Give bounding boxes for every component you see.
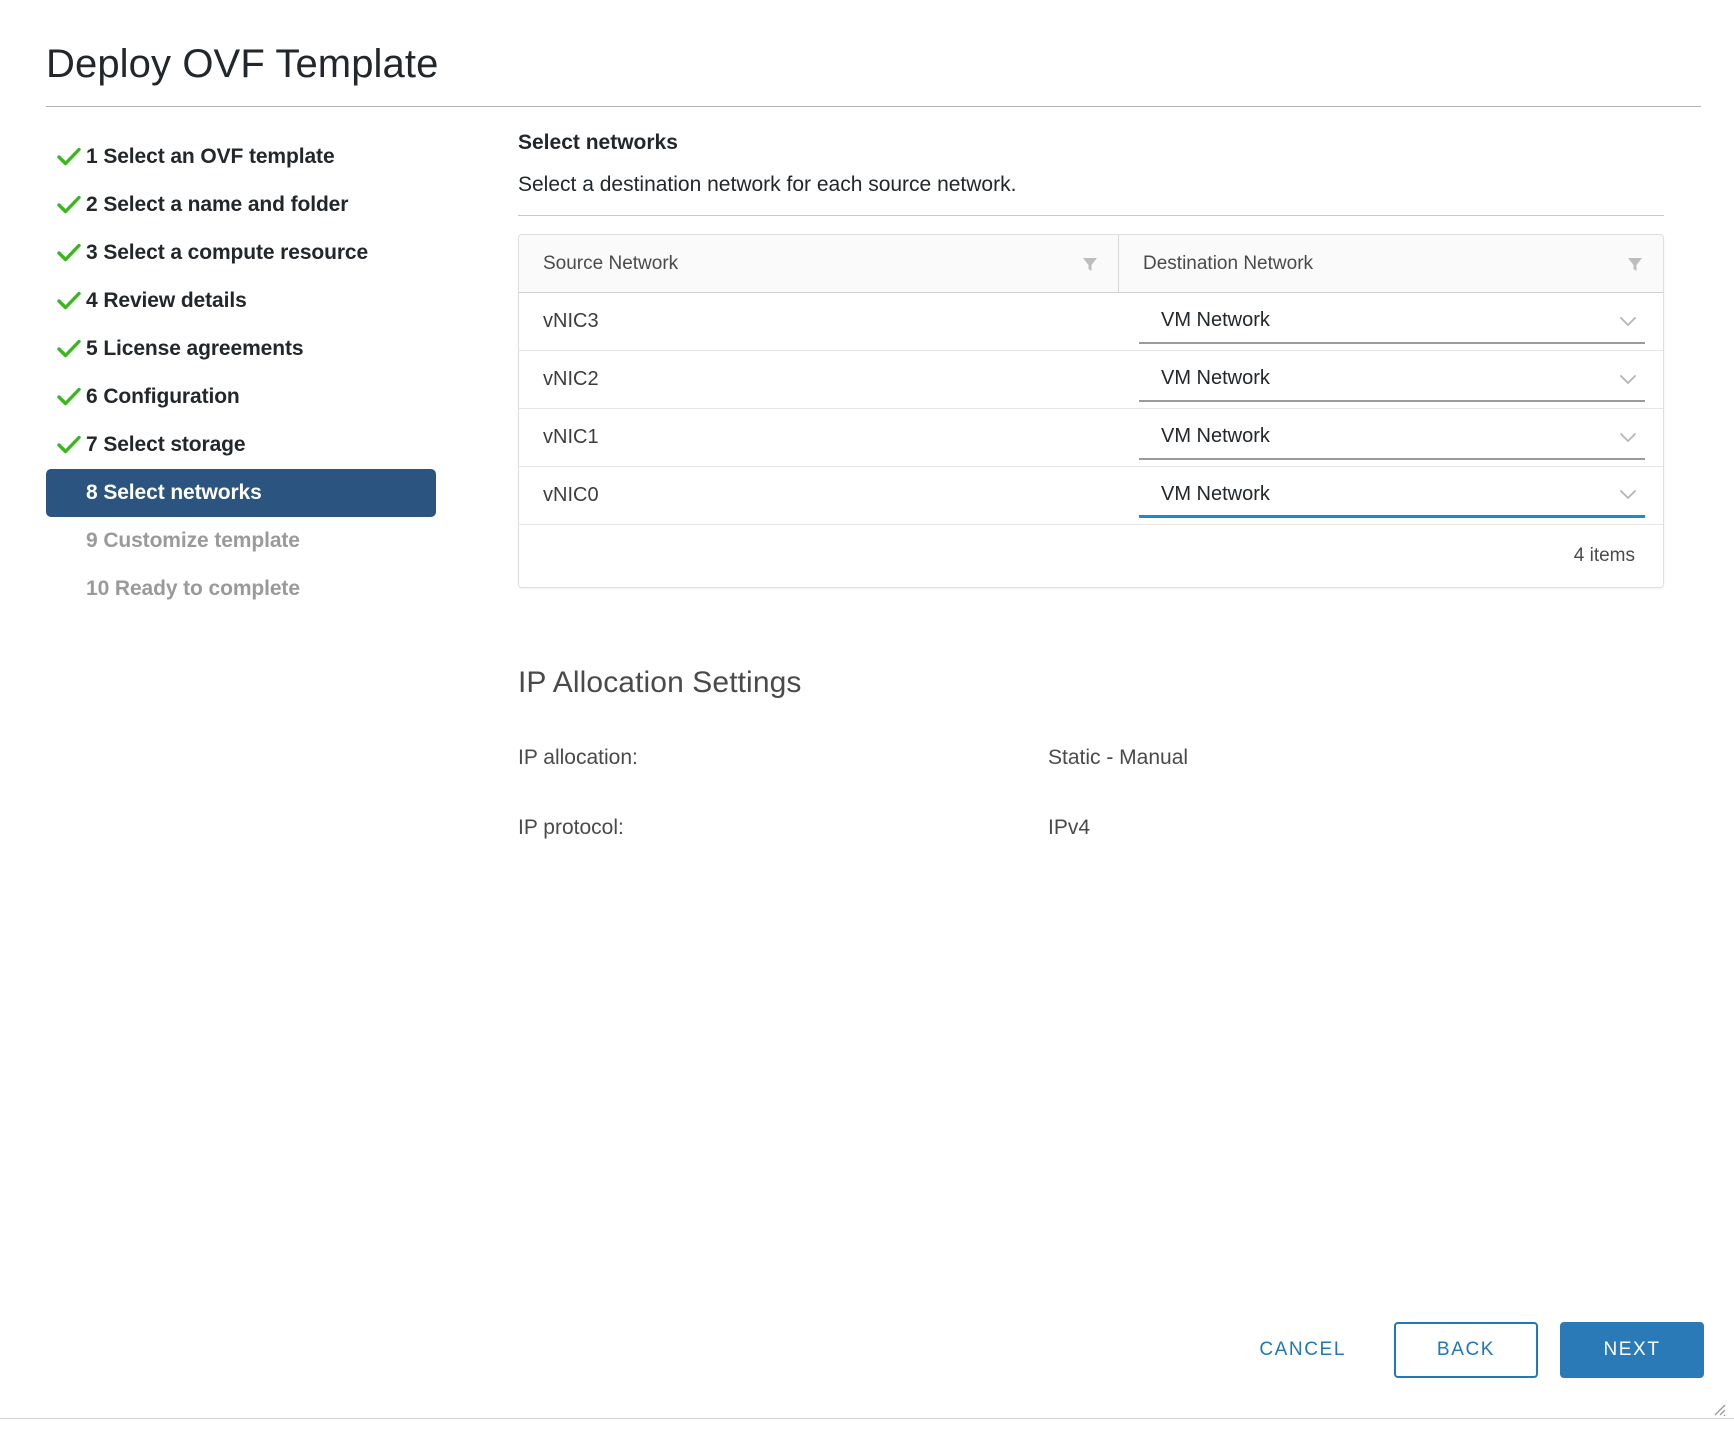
select-value: VM Network (1161, 482, 1270, 505)
wizard-footer: CANCEL BACK NEXT (1233, 1322, 1704, 1378)
destination-network-cell: VM Network (1119, 409, 1663, 466)
ip-allocation-title: IP Allocation Settings (518, 666, 802, 699)
ip-protocol-value: IPv4 (1048, 816, 1091, 839)
next-button[interactable]: NEXT (1560, 1322, 1704, 1378)
sidebar-step-label: 4 Review details (86, 289, 247, 312)
section-heading: Select networks (518, 131, 678, 154)
destination-network-cell: VM Network (1119, 351, 1663, 408)
column-header-label: Destination Network (1143, 252, 1314, 274)
resize-grip-icon[interactable] (1710, 1400, 1726, 1416)
source-network-cell: vNIC0 (543, 484, 599, 506)
source-network-cell: vNIC1 (543, 426, 599, 448)
check-icon (56, 336, 86, 362)
sidebar-step-6[interactable]: 6 Configuration (46, 373, 506, 421)
check-icon (56, 192, 86, 218)
sidebar-step-7[interactable]: 7 Select storage (46, 421, 506, 469)
window-bottom-strip (0, 1418, 1734, 1440)
select-value: VM Network (1161, 425, 1270, 447)
destination-network-select[interactable]: VM Network (1139, 300, 1645, 344)
ip-protocol-row: IP protocol: IPv4 (518, 816, 1664, 840)
page-title: Deploy OVF Template (46, 42, 439, 86)
filter-icon[interactable] (1080, 254, 1100, 274)
sidebar-step-2[interactable]: 2 Select a name and folder (46, 181, 506, 229)
item-count: 4 items (1573, 545, 1635, 566)
sidebar-step-label: 7 Select storage (86, 433, 246, 456)
section-description: Select a destination network for each so… (518, 173, 1017, 196)
sidebar-step-label: 8 Select networks (86, 481, 262, 504)
check-icon (56, 144, 86, 170)
deploy-ovf-template-wizard: Deploy OVF Template 1 Select an OVF temp… (0, 0, 1734, 1440)
check-icon (56, 384, 86, 410)
table-row[interactable]: vNIC0 VM Network (519, 467, 1663, 525)
chevron-down-icon[interactable] (1615, 481, 1641, 507)
sidebar-step-label: 1 Select an OVF template (86, 145, 335, 168)
sidebar-step-label: 2 Select a name and folder (86, 193, 349, 216)
sidebar-step-9[interactable]: 9 Customize template (46, 517, 506, 565)
source-network-cell: vNIC2 (543, 368, 599, 390)
table-footer: 4 items (519, 525, 1663, 587)
chevron-down-icon[interactable] (1615, 366, 1641, 392)
sidebar-step-4[interactable]: 4 Review details (46, 277, 506, 325)
wizard-body: 1 Select an OVF template 2 Select a name… (0, 107, 1734, 886)
filter-icon[interactable] (1625, 254, 1645, 274)
source-network-cell: vNIC3 (543, 310, 599, 332)
table-row[interactable]: vNIC2 VM Network (519, 351, 1663, 409)
destination-network-select[interactable]: VM Network (1139, 474, 1645, 518)
sidebar-step-3[interactable]: 3 Select a compute resource (46, 229, 506, 277)
sidebar-step-label: 9 Customize template (86, 529, 300, 552)
check-icon (56, 288, 86, 314)
sidebar-step-label: 3 Select a compute resource (86, 241, 369, 264)
ip-protocol-label: IP protocol: (518, 816, 624, 839)
sidebar-step-5[interactable]: 5 License agreements (46, 325, 506, 373)
select-value: VM Network (1161, 367, 1270, 389)
destination-network-select[interactable]: VM Network (1139, 416, 1645, 460)
ip-allocation-settings: IP Allocation Settings IP allocation: St… (518, 666, 1664, 840)
table-row[interactable]: vNIC3 VM Network (519, 293, 1663, 351)
sidebar-step-label: 6 Configuration (86, 385, 240, 408)
check-icon (56, 432, 86, 458)
column-header-source-network[interactable]: Source Network (519, 235, 1119, 292)
sidebar-step-1[interactable]: 1 Select an OVF template (46, 133, 506, 181)
main-content: Select networks Select a destination net… (506, 129, 1734, 886)
cancel-button[interactable]: CANCEL (1233, 1324, 1372, 1376)
select-value: VM Network (1161, 309, 1270, 331)
destination-network-cell: VM Network (1119, 293, 1663, 350)
column-header-label: Source Network (543, 252, 679, 274)
table-row[interactable]: vNIC1 VM Network (519, 409, 1663, 467)
back-button[interactable]: BACK (1394, 1322, 1538, 1378)
chevron-down-icon[interactable] (1615, 308, 1641, 334)
networks-table: Source Network Destination Network vNIC3 (518, 234, 1664, 588)
sidebar-step-label: 5 License agreements (86, 337, 304, 360)
sidebar-step-10[interactable]: 10 Ready to complete (46, 565, 506, 613)
column-header-destination-network[interactable]: Destination Network (1119, 235, 1663, 292)
destination-network-select[interactable]: VM Network (1139, 358, 1645, 402)
chevron-down-icon[interactable] (1615, 424, 1641, 450)
table-header-row: Source Network Destination Network (519, 235, 1663, 293)
wizard-step-list: 1 Select an OVF template 2 Select a name… (46, 129, 506, 613)
section-divider (518, 215, 1664, 216)
check-icon (56, 240, 86, 266)
wizard-header: Deploy OVF Template (0, 0, 1734, 107)
ip-allocation-row: IP allocation: Static - Manual (518, 746, 1664, 770)
destination-network-cell: VM Network (1119, 467, 1663, 524)
sidebar-step-8-select-networks[interactable]: 8 Select networks (46, 469, 436, 517)
ip-allocation-label: IP allocation: (518, 746, 638, 769)
sidebar-step-label: 10 Ready to complete (86, 577, 300, 600)
ip-allocation-value: Static - Manual (1048, 746, 1189, 769)
